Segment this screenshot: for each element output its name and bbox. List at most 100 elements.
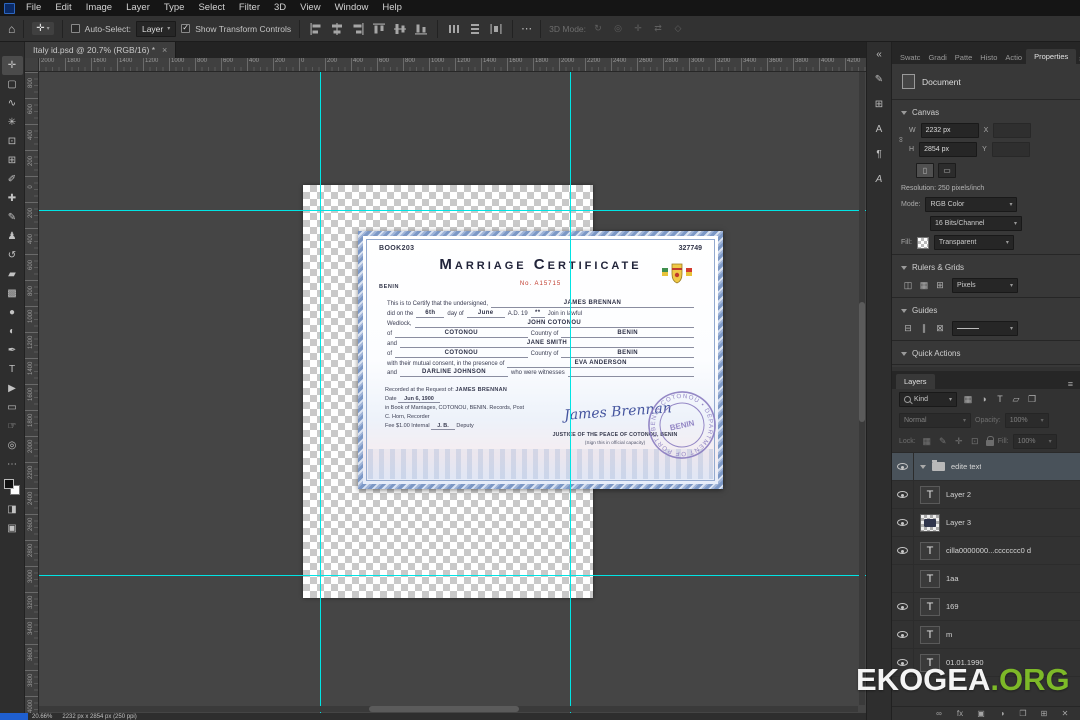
more-options-icon[interactable]: ⋯: [521, 22, 532, 35]
3d-scale-icon[interactable]: ◇: [671, 22, 685, 36]
link-layers-icon[interactable]: ∞: [932, 707, 946, 720]
close-tab-icon[interactable]: ×: [162, 45, 167, 55]
grid-settings-icon[interactable]: ⊞: [933, 279, 947, 293]
3d-pan-icon[interactable]: ✛: [631, 22, 645, 36]
visibility-toggle[interactable]: [892, 453, 914, 481]
brush-tool[interactable]: ✎: [2, 208, 23, 227]
visibility-toggle[interactable]: [892, 508, 914, 537]
character-panel-icon[interactable]: A: [870, 121, 888, 137]
layer-row-edite-text[interactable]: edite text: [892, 453, 1080, 481]
horizontal-scrollbar[interactable]: [39, 706, 858, 712]
type-tool[interactable]: T: [2, 360, 23, 379]
frame-tool[interactable]: ⊞: [2, 151, 23, 170]
add-layer-mask-icon[interactable]: ▣: [974, 707, 988, 720]
clone-stamp-tool[interactable]: ♟: [2, 227, 23, 246]
show-transform-checkbox[interactable]: [181, 23, 191, 33]
expand-group-icon[interactable]: [920, 464, 926, 469]
new-layer-icon[interactable]: ⊞: [1037, 707, 1051, 720]
eraser-tool[interactable]: ▰: [2, 265, 23, 284]
menu-item[interactable]: Image: [79, 0, 119, 16]
glyphs-panel-icon[interactable]: A: [870, 171, 888, 187]
align-top-edges-icon[interactable]: [371, 21, 387, 37]
blend-mode-dropdown[interactable]: Normal: [899, 413, 971, 428]
lasso-tool[interactable]: ∿: [2, 94, 23, 113]
guide-vertical-right[interactable]: [570, 72, 571, 713]
portrait-orientation-button[interactable]: ▯: [916, 163, 934, 178]
align-horizontal-centers-icon[interactable]: [329, 21, 345, 37]
opacity-dropdown[interactable]: 100%: [1004, 413, 1049, 428]
new-guide-icon[interactable]: ⊟: [901, 322, 915, 336]
guide-layout-icon[interactable]: ∥: [917, 322, 931, 336]
eyedropper-tool[interactable]: ✐: [2, 170, 23, 189]
align-vertical-centers-icon[interactable]: [392, 21, 408, 37]
clone-source-icon[interactable]: ⊞: [870, 96, 888, 112]
menu-item[interactable]: Edit: [48, 0, 78, 16]
lock-all-icon[interactable]: [985, 436, 994, 446]
fill-swatch[interactable]: [916, 236, 929, 249]
section-guides[interactable]: Guides: [892, 300, 1080, 319]
grid-toggle-icon[interactable]: ▦: [917, 279, 931, 293]
lock-position-icon[interactable]: ✛: [952, 435, 966, 449]
auto-select-checkbox[interactable]: [70, 24, 80, 33]
hand-tool[interactable]: ☞: [2, 417, 23, 436]
vertical-scrollbar[interactable]: [859, 72, 865, 705]
layer-row-169[interactable]: T 169: [892, 592, 1080, 621]
vertical-ruler[interactable]: 800 600 400 200 0 200 400 600 800 1000 1200 1400 160…: [25, 72, 39, 713]
visibility-toggle[interactable]: [892, 480, 914, 509]
foreground-color-swatch[interactable]: [4, 479, 14, 489]
color-swatches[interactable]: [4, 479, 20, 495]
quick-mask-button[interactable]: ◨: [2, 500, 23, 519]
ruler-units-icon[interactable]: ◫: [901, 279, 915, 293]
guide-horizontal-top[interactable]: [39, 210, 866, 211]
visibility-toggle[interactable]: [892, 592, 914, 621]
canvas-width-input[interactable]: 2232 px: [920, 123, 979, 138]
color-mode-dropdown[interactable]: RGB Color: [925, 197, 1018, 212]
link-dimensions-icon[interactable]: ∞: [896, 137, 905, 143]
distribute-spacing-icon[interactable]: [488, 21, 504, 37]
panel-menu-icon[interactable]: ≡: [1076, 54, 1080, 64]
align-bottom-edges-icon[interactable]: [413, 21, 429, 37]
layer-row-cilla[interactable]: T cilla0000000...ccccccc0 d: [892, 536, 1080, 565]
bit-depth-dropdown[interactable]: 16 Bits/Channel: [930, 216, 1022, 231]
panel-tab[interactable]: Gradi: [924, 51, 950, 64]
filter-type-layers-icon[interactable]: T: [993, 393, 1007, 407]
3d-slide-icon[interactable]: ⇄: [651, 22, 665, 36]
rectangular-marquee-tool[interactable]: ▢: [2, 75, 23, 94]
menu-item[interactable]: Help: [375, 0, 409, 16]
layer-filter-dropdown[interactable]: Kind: [899, 392, 957, 407]
section-quick-actions[interactable]: Quick Actions: [892, 343, 1080, 362]
zoom-level[interactable]: 20.66%: [32, 714, 52, 720]
distribute-horizontally-icon[interactable]: [446, 21, 462, 37]
align-right-edges-icon[interactable]: [350, 21, 366, 37]
layers-menu-icon[interactable]: ≡: [1065, 379, 1076, 389]
panel-tab[interactable]: Patte: [951, 51, 977, 64]
document-info[interactable]: 2232 px x 2854 px (250 ppi): [62, 714, 136, 720]
path-selection-tool[interactable]: ▶: [2, 379, 23, 398]
crop-tool[interactable]: ⊡: [2, 132, 23, 151]
canvas-area[interactable]: BOOK203 327749 Marriage Certificate No. …: [39, 72, 866, 713]
3d-rotate-icon[interactable]: ↻: [591, 22, 605, 36]
home-icon[interactable]: ⌂: [8, 22, 15, 36]
filter-adjustment-layers-icon[interactable]: ◑: [977, 393, 991, 407]
pen-tool[interactable]: ✒: [2, 341, 23, 360]
horizontal-ruler[interactable]: 2000 1800 1600 1400 1200 1000 800 600 400 200 0 200…: [39, 58, 866, 72]
new-group-icon[interactable]: ❐: [1016, 707, 1030, 720]
move-tool[interactable]: ✛: [1, 56, 23, 75]
history-brush-tool[interactable]: ↺: [2, 246, 23, 265]
healing-brush-tool[interactable]: ✚: [2, 189, 23, 208]
menu-item[interactable]: View: [293, 0, 327, 16]
guide-horizontal-bottom[interactable]: [39, 575, 866, 576]
layer-row-1aa[interactable]: T 1aa: [892, 564, 1080, 593]
filter-shape-layers-icon[interactable]: ▱: [1009, 393, 1023, 407]
lock-transparency-icon[interactable]: ▦: [920, 435, 934, 449]
panel-tab-properties[interactable]: Properties: [1026, 49, 1077, 64]
menu-item[interactable]: Select: [191, 0, 231, 16]
layer-row-m[interactable]: T m: [892, 620, 1080, 649]
edit-toolbar-icon[interactable]: ⋯: [2, 455, 23, 474]
menu-item[interactable]: File: [19, 0, 48, 16]
rectangle-tool[interactable]: ▭: [2, 398, 23, 417]
auto-select-target-dropdown[interactable]: Layer: [135, 20, 177, 37]
guide-style-dropdown[interactable]: [952, 321, 1018, 336]
new-adjustment-layer-icon[interactable]: ◑: [995, 707, 1009, 720]
lock-paint-icon[interactable]: ✎: [936, 435, 950, 449]
